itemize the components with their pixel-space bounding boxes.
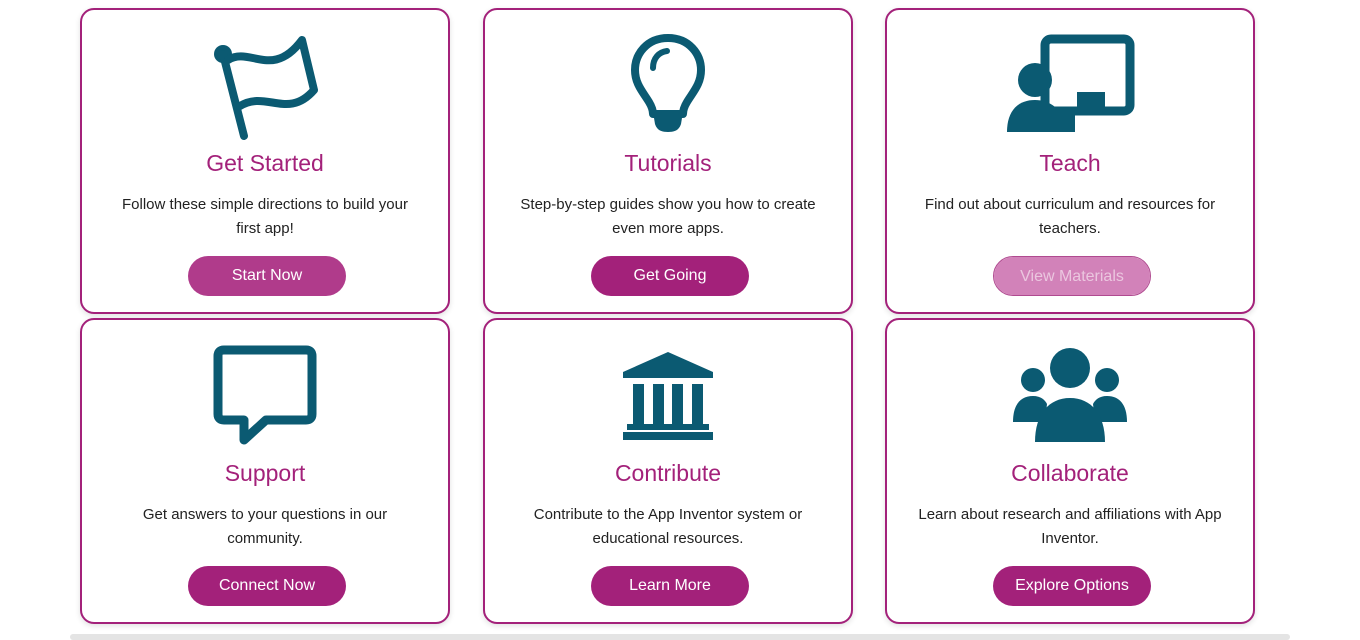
card-support: Support Get answers to your questions in… [80,318,450,624]
card-description: Contribute to the App Inventor system or… [533,506,803,547]
card-description: Follow these simple directions to build … [122,196,408,237]
card-title: Tutorials [624,150,712,176]
speech-bubble-icon [213,345,317,445]
card-tutorials: Tutorials Step-by-step guides show you h… [483,8,853,314]
people-group-icon [1013,348,1127,442]
card-title: Collaborate [1011,460,1129,486]
explore-options-button[interactable]: Explore Options [993,566,1151,606]
button-label: Start Now [231,267,303,284]
card-collaborate: Collaborate Learn about research and aff… [885,318,1255,624]
button-label: Connect Now [218,577,316,594]
button-label: Learn More [629,577,711,594]
lightbulb-icon [631,34,705,132]
card-title: Teach [1039,150,1101,176]
card-title: Support [224,460,306,486]
card-teach: Teach Find out about curriculum and reso… [885,8,1255,314]
button-label: Explore Options [1015,577,1129,594]
card-description: Get answers to your questions in our com… [142,506,388,547]
card-title: Contribute [614,460,722,486]
connect-now-button[interactable]: Connect Now [188,566,346,606]
teacher-board-icon [1007,34,1135,132]
card-contribute: Contribute Contribute to the App Invento… [483,318,853,624]
card-description: Step-by-step guides show you how to crea… [520,196,816,237]
view-materials-button[interactable]: View Materials [993,256,1151,296]
card-get-started: Get Started Follow these simple directio… [80,8,450,314]
button-label: Get Going [633,267,707,284]
learn-more-button[interactable]: Learn More [591,566,749,606]
get-going-button[interactable]: Get Going [591,256,749,296]
flag-icon [214,36,318,140]
button-label: View Materials [1020,268,1124,285]
card-description: Find out about curriculum and resources … [924,196,1216,237]
card-description: Learn about research and affiliations wi… [918,506,1222,547]
feature-card-grid: Get Started Follow these simple directio… [0,0,1360,640]
card-title: Get Started [206,150,324,176]
institution-icon [623,352,713,440]
horizontal-scrollbar[interactable] [70,634,1290,640]
start-now-button[interactable]: Start Now [188,256,346,296]
